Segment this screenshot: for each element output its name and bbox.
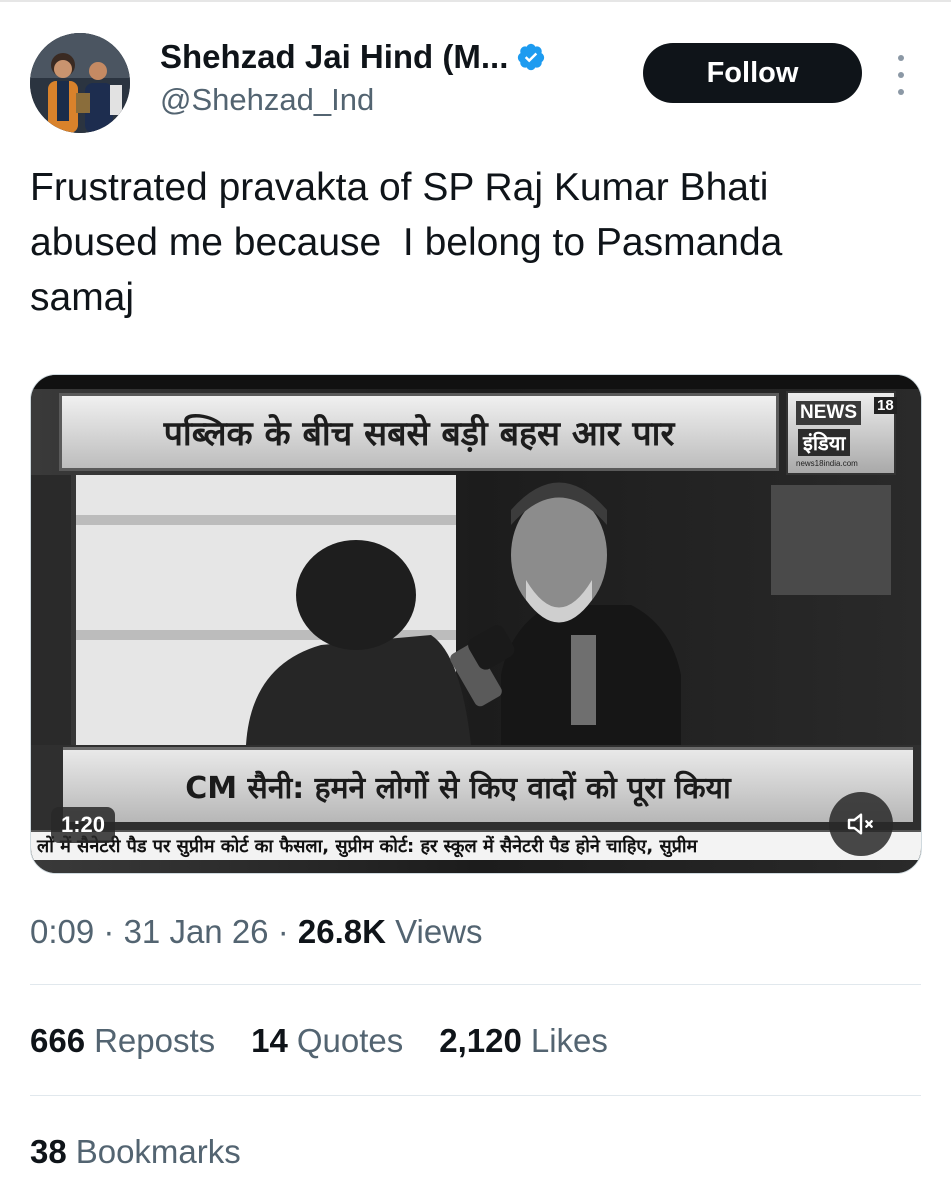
author-display-name[interactable]: Shehzad Jai Hind (M... — [160, 38, 508, 76]
avatar[interactable] — [30, 33, 130, 133]
bookmarks-stat[interactable]: 38 Bookmarks — [30, 1133, 241, 1171]
video-lower-third: CM सैनी: हमने लोगों से किए वादों को पूरा… — [63, 747, 913, 822]
channel-logo-number: 18 — [874, 397, 897, 414]
likes-stat[interactable]: 2,120 Likes — [439, 1022, 608, 1060]
views-label: Views — [395, 913, 483, 950]
likes-count: 2,120 — [439, 1022, 522, 1059]
ticker-text: लों में सैनेटरी पैड पर सुप्रीम कोर्ट का … — [37, 836, 698, 857]
reposts-count: 666 — [30, 1022, 86, 1059]
follow-button[interactable]: Follow — [643, 43, 862, 103]
tweet-meta: 0:09 · 31 Jan 26 · 26.8K Views — [30, 913, 483, 951]
volume-muted-icon[interactable] — [829, 792, 893, 856]
bookmarks-count: 38 — [30, 1133, 67, 1170]
bookmarks-label: Bookmarks — [75, 1133, 241, 1170]
quotes-label: Quotes — [296, 1022, 404, 1059]
lower-third-text: CM सैनी: हमने लोगों से किए वादों को पूरा… — [185, 770, 731, 806]
meta-separator: · — [103, 913, 115, 950]
reposts-label: Reposts — [94, 1022, 216, 1059]
user-avatar-icon — [30, 33, 130, 133]
verified-badge-icon — [516, 42, 546, 72]
channel-logo-hindi: इंडिया — [798, 429, 851, 456]
video-duration-badge: 1:20 — [51, 807, 116, 843]
tweet-date[interactable]: 31 Jan 26 — [124, 913, 269, 950]
tweet-header: Shehzad Jai Hind (M... @Shehzad_Ind Foll… — [0, 0, 951, 140]
divider — [30, 1095, 921, 1096]
video-ticker: लों में सैनेटरी पैड पर सुप्रीम कोर्ट का … — [31, 830, 921, 860]
video-player[interactable]: पब्लिक के बीच सबसे बड़ी बहस आर पार NEWS … — [30, 374, 922, 874]
tweet-time[interactable]: 0:09 — [30, 913, 94, 950]
channel-logo-news: NEWS — [796, 401, 861, 425]
tweet-text: Frustrated pravakta of SP Raj Kumar Bhat… — [30, 166, 783, 319]
channel-logo-url: news18india.com — [796, 459, 858, 468]
channel-logo: NEWS 18 इंडिया news18india.com — [786, 391, 897, 475]
more-vertical-icon[interactable] — [888, 55, 914, 95]
reposts-stat[interactable]: 666 Reposts — [30, 1022, 215, 1060]
views-count: 26.8K — [297, 913, 386, 950]
meta-separator: · — [277, 913, 289, 950]
likes-label: Likes — [530, 1022, 608, 1059]
quotes-count: 14 — [251, 1022, 288, 1059]
divider — [30, 984, 921, 985]
engagement-stats: 666 Reposts 14 Quotes 2,120 Likes — [30, 1022, 644, 1060]
quotes-stat[interactable]: 14 Quotes — [251, 1022, 403, 1060]
video-headline-banner: पब्लिक के बीच सबसे बड़ी बहस आर पार — [59, 393, 779, 471]
video-headline: पब्लिक के बीच सबसे बड़ी बहस आर पार — [163, 414, 675, 454]
author-name-row[interactable]: Shehzad Jai Hind (M... — [160, 38, 546, 76]
author-handle[interactable]: @Shehzad_Ind — [160, 82, 374, 118]
